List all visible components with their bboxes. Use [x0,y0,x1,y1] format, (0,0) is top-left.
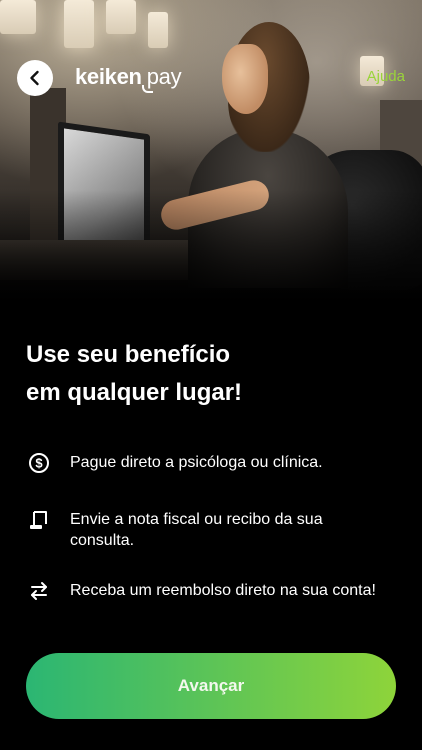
hero-photo [0,0,422,310]
receipt-document-icon [26,507,52,533]
transfer-arrows-icon [26,578,52,604]
chevron-left-icon [30,70,39,86]
feature-text-pay: Pague direto a psicóloga ou clínica. [70,454,323,471]
onboarding-screen: keiken pay Ajuda Use seu benefício em qu… [0,0,422,750]
page-title-line-2: em qualquer lugar! [26,379,243,406]
dollar-coin-icon: $ [26,450,52,476]
page-title-line-1: Use seu benefício [26,341,231,368]
advance-button[interactable]: Avançar [26,653,396,719]
logo-tick-mark [141,85,153,93]
help-link[interactable]: Ajuda [367,68,405,85]
feature-text-refund: Receba um reembolso direto na sua conta! [70,582,376,599]
feature-item-refund: Receba um reembolso direto na sua conta! [26,580,396,604]
keiken-pay-logo: keiken pay [75,64,182,94]
feature-item-pay: $ Pague direto a psicóloga ou clínica. [26,452,396,476]
page-title: Use seu benefício em qualquer lugar! [26,336,396,412]
logo-product: pay [141,64,182,93]
feature-text-send-receipt: Envie a nota fiscal ou recibo da sua con… [70,511,323,549]
logo-brand: keiken [75,64,142,89]
feature-item-send-receipt: Envie a nota fiscal ou recibo da sua con… [26,509,396,551]
back-button[interactable] [17,60,53,96]
svg-text:$: $ [35,456,43,471]
